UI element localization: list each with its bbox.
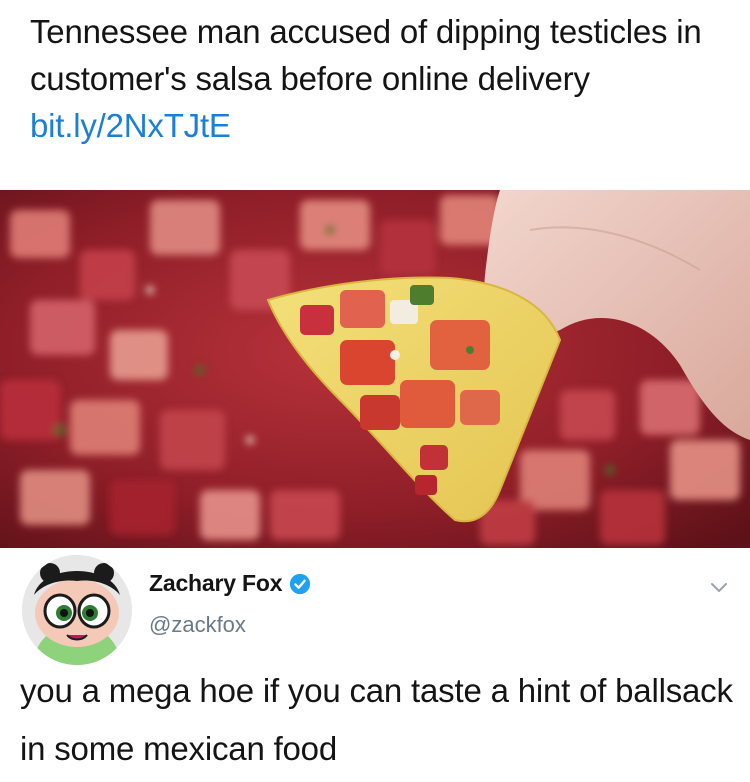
handle[interactable]: @zackfox [149, 612, 246, 638]
chevron-down-icon[interactable] [710, 582, 728, 594]
tweet-card[interactable]: Zachary Fox @zackfox you a mega hoe if y… [0, 548, 750, 782]
avatar-powerpuff-icon [22, 555, 132, 665]
headline-link[interactable]: bit.ly/2NxTJtE [30, 107, 231, 144]
headline: Tennessee man accused of dipping testicl… [30, 8, 730, 149]
salsa-photo [0, 190, 750, 548]
tortilla-chip-with-salsa-icon [0, 190, 750, 548]
tweet-header: Zachary Fox [149, 570, 311, 597]
tweet-text: you a mega hoe if you can taste a hint o… [20, 672, 733, 767]
verified-badge-icon [290, 573, 311, 594]
headline-text: Tennessee man accused of dipping testicl… [30, 13, 702, 97]
avatar[interactable] [22, 555, 132, 665]
display-name[interactable]: Zachary Fox [149, 570, 282, 597]
